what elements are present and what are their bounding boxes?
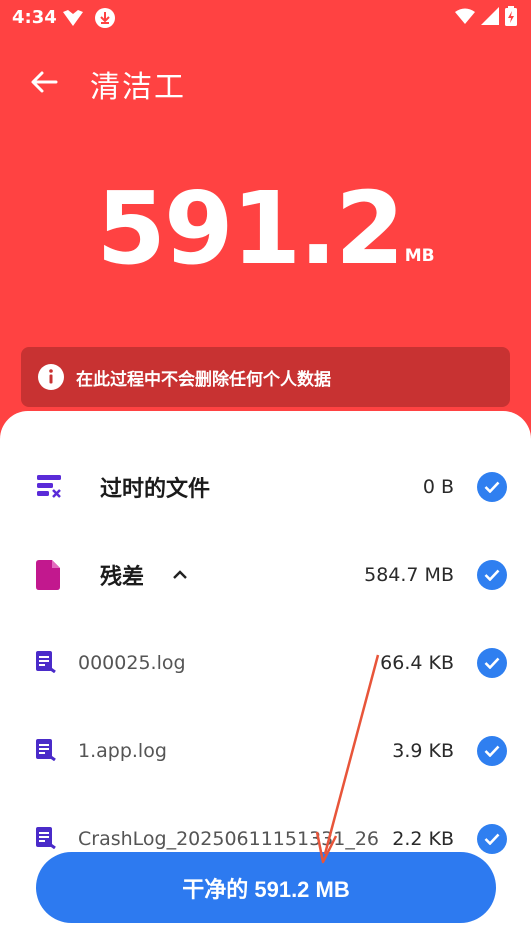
chevron-up-icon[interactable] xyxy=(172,566,188,585)
file-row[interactable]: 1.app.log 3.9 KB xyxy=(0,723,531,779)
check-icon xyxy=(484,481,500,493)
wifi-icon xyxy=(455,8,475,28)
cleaner-screen: 4:34 清洁工 591.2 MB 在此过程中不会删除任何个人数据 过时的文件 … xyxy=(0,0,531,944)
app-notification-icon xyxy=(62,9,84,31)
check-icon xyxy=(484,569,500,581)
category-title: 过时的文件 xyxy=(100,477,211,502)
total-size-unit: MB xyxy=(404,246,435,266)
category-size: 584.7 MB xyxy=(364,564,454,586)
check-icon xyxy=(484,657,500,669)
check-icon xyxy=(484,833,500,845)
status-bar: 4:34 xyxy=(0,0,531,36)
file-checkbox[interactable] xyxy=(477,824,507,854)
log-file-icon xyxy=(36,827,56,853)
file-name: CrashLog_20250611151331_26 xyxy=(78,828,380,850)
info-banner: 在此过程中不会删除任何个人数据 xyxy=(21,347,510,407)
back-button[interactable] xyxy=(26,64,62,100)
total-junk-size: 591.2 MB xyxy=(0,170,531,287)
file-name: 1.app.log xyxy=(78,740,167,762)
file-size: 3.9 KB xyxy=(392,740,454,762)
info-banner-text: 在此过程中不会删除任何个人数据 xyxy=(76,369,331,390)
file-row[interactable]: 000025.log 66.4 KB xyxy=(0,635,531,691)
notification-icons xyxy=(62,7,116,33)
category-title: 残差 xyxy=(100,565,145,590)
total-size-value: 591.2 xyxy=(96,170,404,287)
log-file-icon xyxy=(36,651,56,677)
category-row-residuals[interactable]: 残差 584.7 MB xyxy=(0,547,531,603)
signal-icon xyxy=(481,7,499,29)
info-icon xyxy=(38,364,64,390)
category-row-obsolete-files[interactable]: 过时的文件 0 B xyxy=(0,459,531,515)
file-size: 66.4 KB xyxy=(380,652,454,674)
file-checkbox[interactable] xyxy=(477,648,507,678)
log-file-icon xyxy=(36,739,56,765)
file-name: 000025.log xyxy=(78,652,186,674)
system-icons xyxy=(455,6,517,30)
category-size: 0 B xyxy=(422,476,454,498)
page-title: 清洁工 xyxy=(90,70,186,105)
category-checkbox[interactable] xyxy=(477,560,507,590)
residual-file-icon xyxy=(36,560,60,594)
file-size: 2.2 KB xyxy=(392,828,454,850)
category-checkbox[interactable] xyxy=(477,472,507,502)
download-icon xyxy=(94,7,116,33)
clean-button[interactable]: 干净的 591.2 MB xyxy=(36,852,496,923)
obsolete-files-icon xyxy=(36,473,62,503)
file-checkbox[interactable] xyxy=(477,736,507,766)
status-time: 4:34 xyxy=(12,7,57,28)
check-icon xyxy=(484,745,500,757)
battery-icon xyxy=(505,6,517,30)
arrow-left-icon xyxy=(31,71,58,93)
